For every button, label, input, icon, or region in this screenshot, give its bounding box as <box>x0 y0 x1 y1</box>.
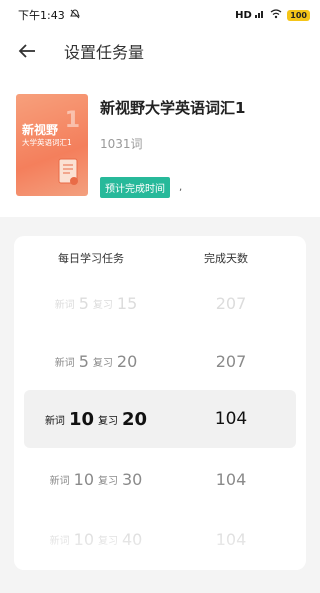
status-time: 下午1:43 <box>18 9 65 22</box>
scroll-icon <box>58 158 78 185</box>
signal-icon: HD <box>235 9 265 21</box>
review-label: 复习 <box>98 475 118 487</box>
wifi-icon <box>270 8 282 22</box>
new-label: 新词 <box>44 415 65 427</box>
picker-row[interactable]: 新词 5 复习 15 207 <box>14 274 306 332</box>
review-count: 30 <box>122 469 143 489</box>
review-label: 复习 <box>98 415 118 427</box>
battery-icon: 100 <box>287 9 310 21</box>
status-bar: 下午1:43 HD 100 <box>0 0 320 30</box>
review-label: 复习 <box>92 357 113 369</box>
app-bar: 设置任务量 <box>0 30 320 72</box>
signal-label: HD <box>235 10 252 21</box>
picker-row[interactable]: 新词 10 复习 30 104 <box>14 450 306 508</box>
column-header-days: 完成天数 <box>204 252 248 265</box>
cover-subtitle: 大学英语词汇1 <box>22 138 72 147</box>
picker-fade <box>14 530 306 570</box>
word-count: 1031词 <box>100 137 143 151</box>
days-value: 207 <box>215 293 247 313</box>
new-label: 新词 <box>49 475 70 487</box>
back-button[interactable] <box>14 38 40 64</box>
new-count: 10 <box>68 408 94 430</box>
new-label: 新词 <box>54 299 75 311</box>
book-cover: 1 新视野 大学英语词汇1 <box>16 94 88 196</box>
days-value: 207 <box>215 351 247 371</box>
picker-row[interactable]: 新词 5 复习 20 207 <box>14 332 306 390</box>
eta-tag: 预计完成时间 <box>100 177 170 198</box>
review-count: 15 <box>116 293 138 313</box>
back-arrow-icon <box>18 44 35 58</box>
task-picker[interactable]: 每日学习任务 完成天数 新词 5 复习 15 207 新词 5 复习 20 20… <box>14 236 306 570</box>
book-title: 新视野大学英语词汇1 <box>100 99 246 117</box>
new-label: 新词 <box>54 357 75 369</box>
days-value: 104 <box>215 469 247 489</box>
eta-value: , <box>179 182 183 193</box>
cover-number: 1 <box>64 108 80 133</box>
cover-title: 新视野 <box>22 123 59 137</box>
review-label: 复习 <box>92 299 113 311</box>
new-count: 5 <box>78 293 89 313</box>
column-header-task: 每日学习任务 <box>58 252 124 265</box>
picker-row-selected[interactable]: 新词 10 复习 20 104 <box>14 390 306 448</box>
review-count: 20 <box>122 408 148 430</box>
new-count: 10 <box>73 469 94 489</box>
days-value: 104 <box>214 409 248 429</box>
mute-icon <box>69 8 80 22</box>
page-title: 设置任务量 <box>64 43 145 62</box>
review-count: 20 <box>116 351 138 371</box>
new-count: 5 <box>78 351 89 371</box>
